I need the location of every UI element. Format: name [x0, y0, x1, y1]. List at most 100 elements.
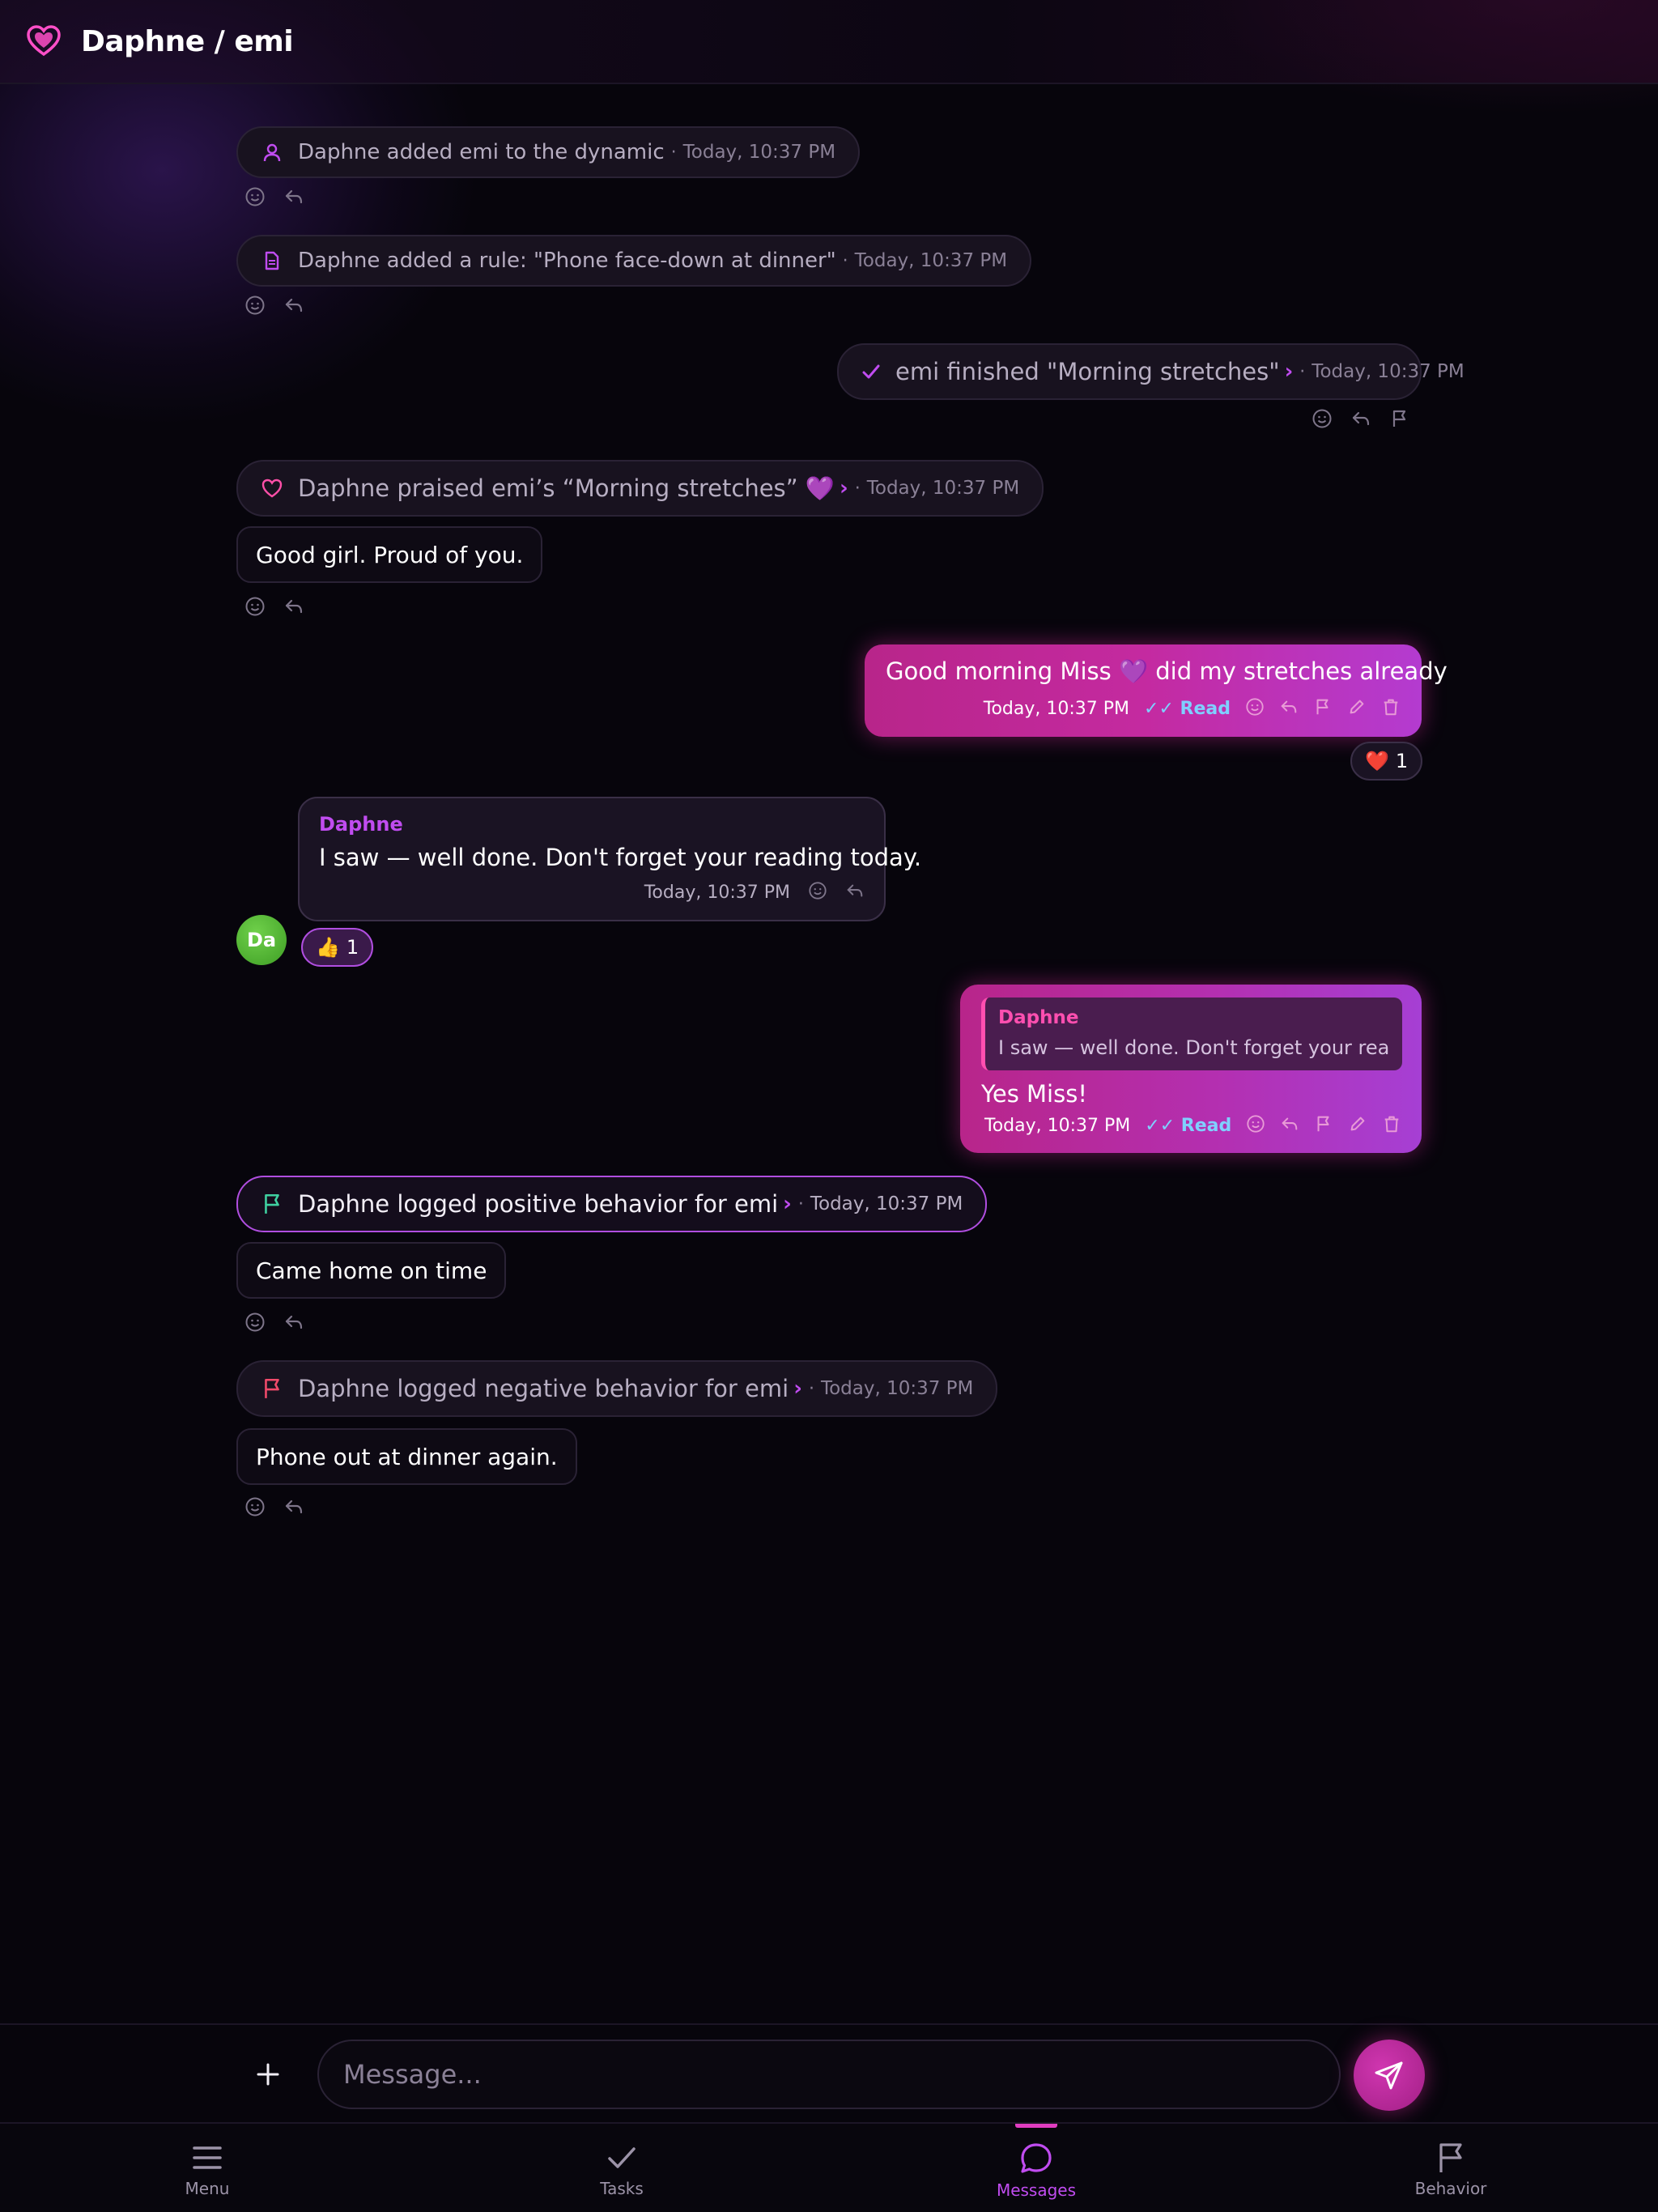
- chevron-right-icon: ›: [783, 1192, 792, 1216]
- reply-icon[interactable]: [1350, 408, 1371, 429]
- message-actions: [1312, 408, 1410, 429]
- message-time: Today, 10:37 PM: [984, 1115, 1131, 1136]
- reply-icon[interactable]: [1279, 697, 1299, 720]
- delete-trash-icon[interactable]: [1381, 697, 1401, 720]
- event-text: Daphne logged positive behavior for emi: [298, 1190, 779, 1218]
- nav-messages[interactable]: Messages: [955, 2124, 1117, 2212]
- chevron-right-icon: ›: [793, 1376, 802, 1401]
- outgoing-message[interactable]: Good morning Miss 💜 did my stretches alr…: [865, 644, 1448, 737]
- event-note-bubble: Phone out at dinner again.: [236, 1428, 577, 1485]
- event-time: Today, 10:37 PM: [820, 1378, 974, 1399]
- send-button[interactable]: [1354, 2040, 1425, 2111]
- flag-report-icon[interactable]: [1314, 1114, 1333, 1137]
- incoming-message[interactable]: Daphne I saw — well done. Don't forget y…: [298, 797, 922, 921]
- chevron-right-icon: ›: [840, 476, 848, 500]
- reaction-badge[interactable]: ❤️ 1: [1350, 742, 1423, 781]
- bottom-navigation: Menu Tasks Messages Behavior: [0, 2122, 1658, 2212]
- nav-behavior[interactable]: Behavior: [1370, 2124, 1532, 2212]
- reaction-emoji: ❤️: [1365, 750, 1389, 772]
- nav-tasks[interactable]: Tasks: [541, 2124, 703, 2212]
- menu-icon: [193, 2146, 222, 2169]
- reaction-count: 1: [1395, 750, 1409, 772]
- person-icon: [259, 139, 285, 165]
- emoji-react-icon[interactable]: [1312, 408, 1333, 429]
- event-time: Today, 10:37 PM: [810, 1193, 963, 1214]
- message-meta: Today, 10:37 PM: [319, 881, 865, 904]
- plus-icon: [257, 2063, 279, 2086]
- message-list[interactable]: Daphne added emi to the dynamic · Today,…: [0, 84, 1658, 2023]
- sender-name: Daphne: [319, 813, 403, 836]
- message-actions: [244, 596, 304, 617]
- reply-icon[interactable]: [283, 186, 304, 207]
- reaction-count: 1: [346, 936, 359, 959]
- flag-report-icon[interactable]: [1389, 408, 1410, 429]
- message-time: Today, 10:37 PM: [644, 882, 790, 903]
- nav-label: Menu: [185, 2179, 230, 2198]
- avatar[interactable]: Da: [236, 915, 287, 965]
- system-event-negative-behavior[interactable]: Daphne logged negative behavior for emi …: [236, 1360, 998, 1417]
- message-input[interactable]: [317, 2040, 1341, 2109]
- flag-negative-icon: [259, 1376, 285, 1402]
- message-text: I saw — well done. Don't forget your rea…: [319, 844, 922, 871]
- message-composer: [0, 2023, 1658, 2122]
- event-note-bubble: Good girl. Proud of you.: [236, 526, 543, 583]
- separator-dot: ·: [797, 1193, 804, 1214]
- nav-label: Tasks: [600, 2179, 644, 2198]
- system-event-praise[interactable]: Daphne praised emi’s “Morning stretches”…: [236, 460, 1044, 517]
- system-event-positive-behavior[interactable]: Daphne logged positive behavior for emi …: [236, 1176, 988, 1232]
- system-event-task-finished[interactable]: emi finished "Morning stretches" › · Tod…: [837, 343, 1465, 400]
- emoji-react-icon[interactable]: [808, 881, 827, 904]
- emoji-react-icon[interactable]: [244, 295, 266, 316]
- nav-menu[interactable]: Menu: [126, 2124, 288, 2212]
- message-actions: [244, 295, 304, 316]
- attach-plus-button[interactable]: [243, 2049, 293, 2099]
- separator-dot: ·: [854, 478, 861, 499]
- check-icon: [608, 2147, 636, 2168]
- emoji-react-icon[interactable]: [244, 1312, 266, 1333]
- event-time: Today, 10:37 PM: [854, 250, 1008, 271]
- emoji-react-icon[interactable]: [244, 596, 266, 617]
- edit-pencil-icon[interactable]: [1348, 1114, 1367, 1137]
- checkmark-icon: [860, 359, 882, 385]
- reaction-emoji: 👍: [316, 936, 340, 959]
- reaction-badge[interactable]: 👍 1: [301, 928, 374, 967]
- reply-icon[interactable]: [283, 596, 304, 617]
- nav-label: Behavior: [1414, 2179, 1487, 2198]
- chevron-right-icon: ›: [1284, 359, 1294, 384]
- separator-dot: ·: [670, 142, 677, 163]
- quoted-message[interactable]: Daphne I saw — well done. Don't forget y…: [981, 998, 1402, 1070]
- reply-icon[interactable]: [283, 295, 304, 316]
- emoji-react-icon[interactable]: [244, 186, 266, 207]
- separator-dot: ·: [842, 250, 848, 271]
- read-status: ✓✓ Read: [1145, 1115, 1232, 1136]
- flag-icon: [1439, 2143, 1462, 2172]
- event-time: Today, 10:37 PM: [682, 142, 836, 163]
- flag-report-icon[interactable]: [1313, 697, 1333, 720]
- event-time: Today, 10:37 PM: [866, 478, 1020, 499]
- quote-text: I saw — well done. Don't forget your rea…: [998, 1036, 1389, 1059]
- active-indicator: [1015, 2124, 1057, 2128]
- edit-pencil-icon[interactable]: [1347, 697, 1367, 720]
- reply-icon[interactable]: [1280, 1114, 1299, 1137]
- delete-trash-icon[interactable]: [1382, 1114, 1401, 1137]
- reply-icon[interactable]: [283, 1496, 304, 1517]
- heart-icon: [259, 475, 285, 501]
- nav-label: Messages: [996, 2180, 1077, 2200]
- emoji-react-icon[interactable]: [244, 1496, 266, 1517]
- event-text: Daphne logged negative behavior for emi: [298, 1375, 789, 1402]
- event-text: Daphne added emi to the dynamic: [298, 140, 665, 164]
- event-text: emi finished "Morning stretches": [895, 358, 1280, 385]
- reply-icon[interactable]: [845, 881, 865, 904]
- message-actions: [244, 186, 304, 207]
- message-text: Good morning Miss 💜 did my stretches alr…: [886, 657, 1448, 685]
- flag-positive-icon: [259, 1191, 285, 1217]
- page-title: Daphne / emi: [81, 24, 294, 58]
- message-time: Today, 10:37 PM: [983, 698, 1130, 719]
- reply-icon[interactable]: [283, 1312, 304, 1333]
- outgoing-reply-message[interactable]: Daphne I saw — well done. Don't forget y…: [960, 985, 1422, 1153]
- emoji-react-icon[interactable]: [1246, 1114, 1265, 1137]
- event-time: Today, 10:37 PM: [1312, 361, 1465, 382]
- heart-logo-icon: [26, 23, 62, 59]
- separator-dot: ·: [808, 1378, 814, 1399]
- emoji-react-icon[interactable]: [1245, 697, 1265, 720]
